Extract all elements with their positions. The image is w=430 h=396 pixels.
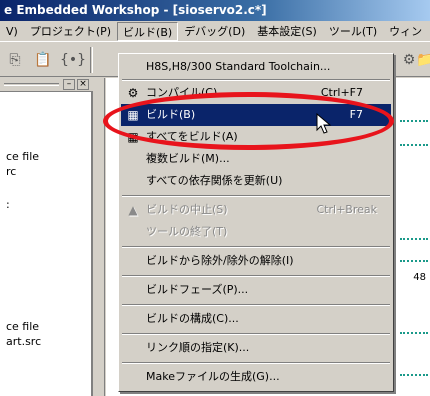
- code-comment-line: [400, 332, 428, 334]
- menu-item-label: ビルドから除外/除外の解除(I): [146, 254, 294, 267]
- menu-item-label: ビルドの構成(C)...: [146, 312, 239, 325]
- menu-setup[interactable]: 基本設定(S): [251, 22, 323, 41]
- menu-item-label: ビルドの中止(S): [146, 203, 228, 216]
- pane-text-line: ce file: [6, 320, 40, 333]
- folder-icon[interactable]: 📁: [414, 49, 430, 71]
- paste-icon[interactable]: 📋: [32, 49, 54, 71]
- menu-item-label: すべての依存関係を更新(U): [146, 174, 283, 187]
- menu-separator: [122, 304, 390, 306]
- menu-item-toolchain[interactable]: H8S,H8/300 Standard Toolchain...: [121, 56, 391, 78]
- pane-close-icon[interactable]: ×: [77, 79, 89, 90]
- pane-grip[interactable]: [4, 83, 59, 86]
- code-comment-line: [400, 374, 428, 376]
- menu-item-generate-makefile[interactable]: Makeファイルの生成(G)...: [121, 366, 391, 388]
- menu-separator: [122, 275, 390, 277]
- menu-separator: [122, 246, 390, 248]
- copy-icon[interactable]: ⎘: [4, 49, 26, 71]
- pane-text-line: :: [6, 198, 10, 211]
- menu-item-label: H8S,H8/300 Standard Toolchain...: [146, 60, 331, 73]
- menu-project[interactable]: プロジェクト(P): [24, 22, 117, 41]
- menu-separator: [122, 195, 390, 197]
- pane-restore-icon[interactable]: –: [63, 79, 75, 90]
- window-title: e Embedded Workshop - [sioservo2.c*]: [0, 0, 430, 21]
- braces-icon[interactable]: {•}: [60, 49, 86, 71]
- menu-item-label: ツールの終了(T): [146, 225, 228, 238]
- menu-view[interactable]: V): [0, 22, 24, 41]
- code-comment-line: [400, 144, 428, 146]
- compile-icon: ⚙: [127, 86, 139, 100]
- code-comment-line: [400, 238, 428, 240]
- menu-item-build-phases[interactable]: ビルドフェーズ(P)...: [121, 279, 391, 301]
- menu-bar: V) プロジェクト(P) ビルド(B) デバッグ(D) 基本設定(S) ツール(…: [0, 21, 430, 42]
- pane-text-line: ce file: [6, 150, 40, 163]
- menu-item-shortcut: Ctrl+Break: [316, 203, 378, 216]
- menu-item-exclude-build[interactable]: ビルドから除外/除外の解除(I): [121, 250, 391, 272]
- mouse-cursor-icon: [316, 113, 332, 134]
- pane-text-line: art.src: [6, 335, 42, 348]
- menu-item-multi-build[interactable]: 複数ビルド(M)...: [121, 148, 391, 170]
- menu-item-stop-build[interactable]: ▲ ビルドの中止(S) Ctrl+Break: [121, 199, 391, 221]
- workspace-pane: – × ce file rc : ce file art.src: [0, 78, 93, 396]
- pane-text-line: rc: [6, 165, 17, 178]
- menu-item-label: ビルドフェーズ(P)...: [146, 283, 249, 296]
- toolbar-separator: [90, 47, 93, 73]
- menu-tools[interactable]: ツール(T): [323, 22, 383, 41]
- menu-separator: [122, 362, 390, 364]
- menu-item-stop-tool[interactable]: ツールの終了(T): [121, 221, 391, 243]
- pane-splitter[interactable]: [95, 78, 105, 396]
- menu-item-label: リンク順の指定(K)...: [146, 341, 250, 354]
- pane-header: – ×: [0, 78, 93, 92]
- code-comment-line: [400, 260, 428, 262]
- menu-item-label: 複数ビルド(M)...: [146, 152, 230, 165]
- menu-item-build-config[interactable]: ビルドの構成(C)...: [121, 308, 391, 330]
- menu-separator: [122, 333, 390, 335]
- code-comment-line: [400, 120, 428, 122]
- menu-item-label: Makeファイルの生成(G)...: [146, 370, 280, 383]
- menu-window[interactable]: ウィン: [383, 22, 428, 41]
- stop-build-icon: ▲: [128, 203, 138, 217]
- menu-debug[interactable]: デバッグ(D): [178, 22, 251, 41]
- menu-item-link-order[interactable]: リンク順の指定(K)...: [121, 337, 391, 359]
- menu-separator: [122, 79, 390, 81]
- highlight-ellipse: [103, 92, 394, 150]
- code-number: 48: [413, 272, 426, 283]
- menu-build[interactable]: ビルド(B): [117, 21, 179, 41]
- menu-item-update-dependencies[interactable]: すべての依存関係を更新(U): [121, 170, 391, 192]
